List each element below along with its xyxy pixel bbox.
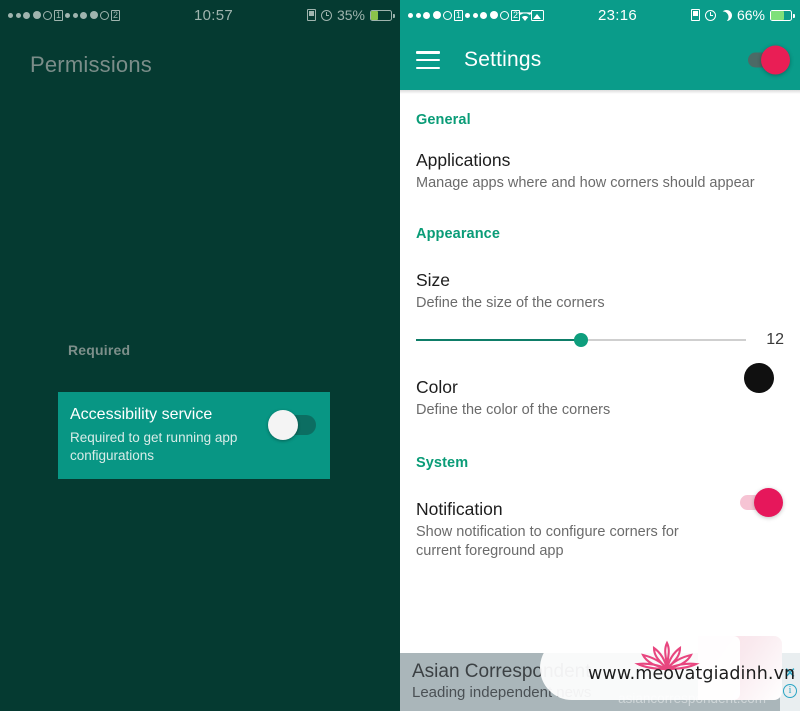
page-title: Permissions [30,52,153,77]
sim-card-icon [690,9,700,21]
settings-row-subtitle: Define the size of the corners [416,294,605,311]
section-header-appearance: Appearance [416,225,501,242]
right-status-bar-indicators: 66% [690,7,795,23]
ad-title: Asian Correspondent [412,660,591,682]
signal-dots-sim1-icon [8,10,52,20]
toolbar-title: Settings [464,48,542,71]
settings-row-applications[interactable]: Applications Manage apps where and how c… [400,128,800,194]
right-status-bar-clock: 23:16 [597,6,638,24]
settings-row-title: Notification [416,498,503,519]
settings-screen: 1 2 23:16 66% Settings General Applicati… [400,0,800,711]
accessibility-service-toggle[interactable] [268,410,316,440]
color-swatch-button[interactable] [744,363,774,394]
left-status-bar: 1 2 10:57 35% [0,0,400,30]
signal-dots-sim1-icon [408,10,452,20]
ad-close-icon[interactable]: ✕ [784,666,797,681]
battery-percent-label: 35% [336,7,365,23]
permission-card-subtitle: Required to get running app configuratio… [70,430,238,464]
size-slider-track[interactable] [416,333,746,348]
ad-info-icon[interactable]: i [783,684,797,698]
settings-row-size[interactable]: Size Define the size of the corners [400,242,800,314]
settings-row-title: Color [416,377,458,398]
settings-toolbar: Settings [400,30,800,90]
settings-row-notification[interactable]: Notification Show notification to config… [400,471,800,562]
battery-icon [370,9,395,21]
sim2-label-icon: 2 [511,9,521,21]
settings-row-subtitle: Manage apps where and how corners should… [416,175,755,191]
settings-row-color[interactable]: Color Define the color of the corners [400,349,800,421]
size-slider-thumb[interactable] [574,333,588,348]
right-status-bar-signals: 1 2 [408,9,545,21]
settings-row-title: Size [416,269,451,290]
master-enable-toggle-thumb [761,45,790,75]
ad-banner[interactable]: Asian Correspondent Leading independent … [400,653,800,711]
dual-screenshot-container: 1 2 10:57 35% Permissions Required Acces… [0,0,800,711]
moon-icon [721,10,732,21]
required-section-label: Required [68,342,131,358]
size-slider-value: 12 [766,331,784,349]
sim1-label-icon: 1 [54,9,64,21]
sim2-label-icon: 2 [111,9,121,21]
notification-toggle-thumb [754,487,783,517]
signal-dots-sim2-icon [65,10,110,20]
battery-percent-label: 66% [736,7,765,23]
sim-card-icon [306,9,316,21]
size-slider-fill [416,339,581,342]
master-enable-toggle[interactable] [748,45,790,75]
image-icon [531,9,545,21]
left-status-bar-indicators: 35% [306,7,395,23]
ad-domain-label: asiancorrespondent.com [618,691,766,706]
permission-card-accessibility-service[interactable]: Accessibility service Required to get ru… [58,392,330,480]
section-header-general: General [416,112,471,128]
signal-dots-sim2-icon [465,10,510,20]
settings-row-title: Applications [416,150,511,170]
notification-toggle[interactable] [740,487,783,517]
permissions-screen: 1 2 10:57 35% Permissions Required Acces… [0,0,400,711]
size-slider-row[interactable]: 12 [400,313,800,349]
permission-card-title: Accessibility service [70,406,213,423]
alarm-icon [320,9,332,21]
settings-list: General Applications Manage apps where a… [400,94,800,562]
sim1-label-icon: 1 [454,9,464,21]
right-status-bar: 1 2 23:16 66% [400,0,800,30]
left-status-bar-clock: 10:57 [193,6,234,24]
hamburger-menu-icon[interactable] [416,51,440,69]
ad-controls: ✕ i [780,653,800,711]
section-header-system: System [416,454,469,471]
settings-row-subtitle: Show notification to configure corners f… [416,523,679,560]
alarm-icon [704,9,716,21]
settings-row-subtitle: Define the color of the corners [416,402,611,419]
battery-icon [770,9,795,21]
left-status-bar-signals: 1 2 [8,9,121,21]
